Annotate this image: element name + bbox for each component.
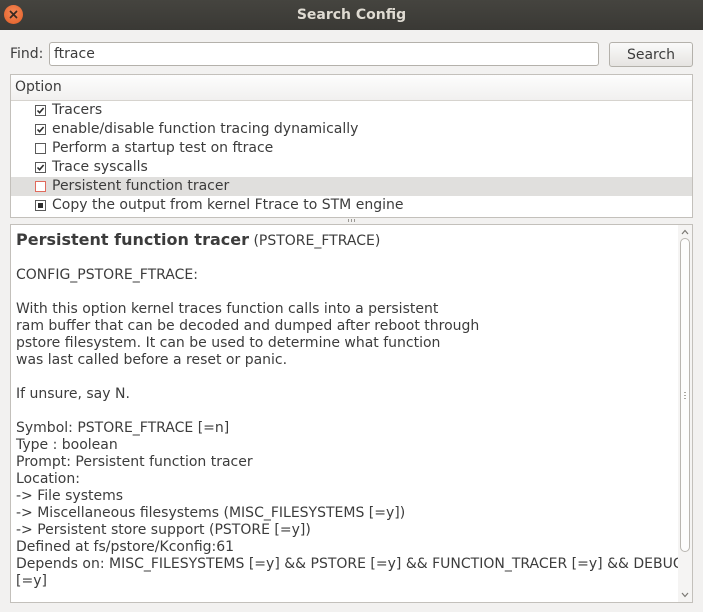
option-row[interactable]: enable/disable function tracing dynamica… bbox=[11, 120, 692, 139]
help-config: CONFIG_PSTORE_FTRACE: bbox=[16, 267, 198, 283]
help-symbol: (PSTORE_FTRACE) bbox=[253, 233, 381, 249]
help-details: Symbol: PSTORE_FTRACE [=n] Type : boolean… bbox=[16, 420, 693, 590]
option-row[interactable]: Persistent function tracer bbox=[11, 177, 692, 196]
help-detail-line: -> Miscellaneous filesystems (MISC_FILES… bbox=[16, 505, 406, 521]
option-row[interactable]: Perform a startup test on ftrace bbox=[11, 139, 692, 158]
option-row[interactable]: Trace syscalls bbox=[11, 158, 692, 177]
find-input[interactable] bbox=[49, 42, 599, 66]
scroll-thumb[interactable] bbox=[680, 238, 690, 552]
help-text-pane: Persistent function tracer (PSTORE_FTRAC… bbox=[10, 224, 693, 603]
help-description: With this option kernel traces function … bbox=[16, 301, 676, 369]
help-detail-line: Location: bbox=[16, 471, 80, 487]
help-detail-line: -> File systems bbox=[16, 488, 124, 504]
help-detail-line: Depends on: MISC_FILESYSTEMS [=y] && PST… bbox=[16, 556, 693, 572]
option-row[interactable]: Copy the output from kernel Ftrace to ST… bbox=[11, 196, 692, 215]
help-description-line: pstore filesystem. It can be used to det… bbox=[16, 335, 441, 351]
scroll-grip-icon bbox=[684, 392, 686, 399]
option-label: enable/disable function tracing dynamica… bbox=[52, 121, 359, 137]
checkbox-checked-icon[interactable] bbox=[35, 105, 46, 116]
title-bar: Search Config bbox=[0, 0, 703, 30]
option-label: Trace syscalls bbox=[52, 159, 148, 175]
pane-splitter-grip-icon[interactable] bbox=[347, 218, 357, 223]
option-label: Tracers bbox=[52, 102, 103, 118]
window-title: Search Config bbox=[296, 7, 407, 23]
help-detail-line: [=y] bbox=[16, 573, 47, 589]
checkbox-unchecked-icon[interactable] bbox=[35, 143, 46, 154]
option-tree: Option Tracers enable/disable function tr… bbox=[10, 74, 693, 218]
find-label: Find: bbox=[10, 46, 44, 62]
option-label: Persistent function tracer bbox=[52, 178, 230, 194]
help-scrollbar[interactable] bbox=[678, 225, 692, 602]
close-button[interactable] bbox=[4, 5, 23, 24]
option-column-header[interactable]: Option bbox=[11, 75, 692, 101]
scroll-up-arrow-icon[interactable] bbox=[681, 228, 689, 236]
help-description-line: With this option kernel traces function … bbox=[16, 301, 439, 317]
scroll-down-arrow-icon[interactable] bbox=[681, 591, 689, 599]
option-label: Copy the output from kernel Ftrace to ST… bbox=[52, 197, 404, 213]
close-icon bbox=[9, 10, 18, 19]
help-detail-line: Symbol: PSTORE_FTRACE [=n] bbox=[16, 420, 230, 436]
help-detail-line: Defined at fs/pstore/Kconfig:61 bbox=[16, 539, 235, 555]
option-label: Perform a startup test on ftrace bbox=[52, 140, 274, 156]
checkbox-unchecked-icon[interactable] bbox=[35, 181, 46, 192]
search-button[interactable]: Search bbox=[609, 42, 693, 67]
help-unsure: If unsure, say N. bbox=[16, 386, 130, 402]
help-heading: Persistent function tracer (PSTORE_FTRAC… bbox=[16, 231, 676, 250]
help-detail-line: Prompt: Persistent function tracer bbox=[16, 454, 253, 470]
option-row[interactable]: Tracers bbox=[11, 101, 692, 120]
checkbox-checked-icon[interactable] bbox=[35, 124, 46, 135]
checkbox-partial-icon[interactable] bbox=[35, 200, 46, 211]
help-description-line: ram buffer that can be decoded and dumpe… bbox=[16, 318, 480, 334]
help-title: Persistent function tracer bbox=[16, 230, 249, 249]
option-list: Tracers enable/disable function tracing d… bbox=[11, 101, 692, 215]
help-content: Persistent function tracer (PSTORE_FTRAC… bbox=[16, 231, 693, 590]
help-detail-line: Type : boolean bbox=[16, 437, 118, 453]
help-description-line: was last called before a reset or panic. bbox=[16, 352, 288, 368]
checkbox-checked-icon[interactable] bbox=[35, 162, 46, 173]
help-detail-line: -> Persistent store support (PSTORE [=y]… bbox=[16, 522, 311, 538]
